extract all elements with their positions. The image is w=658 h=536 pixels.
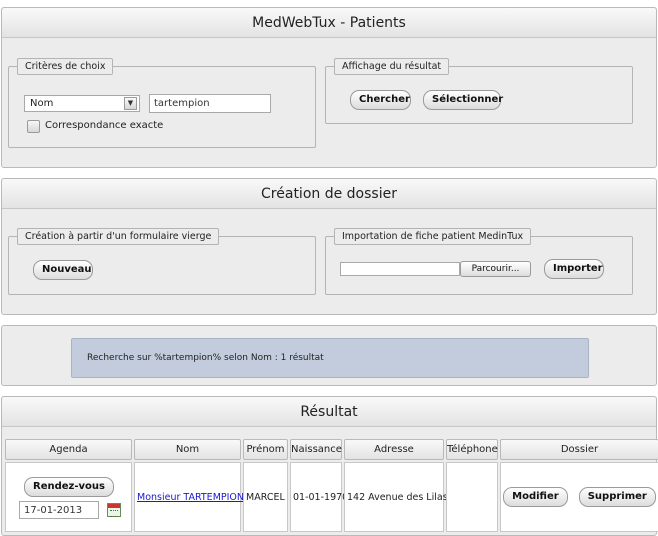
column-header-prenom[interactable]: Prénom (243, 439, 288, 460)
agenda-cell: Rendez-vous 17-01-2013 (5, 462, 132, 532)
criteria-legend: Critères de choix (17, 58, 114, 75)
column-header-nom[interactable]: Nom (134, 439, 241, 460)
search-input[interactable]: tartempion (149, 94, 271, 113)
status-message: Recherche sur %tartempion% selon Nom : 1… (71, 338, 589, 378)
blank-form-group: Création à partir d'un formulaire vierge… (8, 228, 316, 295)
creation-panel: Création de dossier Création à partir d'… (1, 178, 657, 315)
patient-name-link[interactable]: Monsieur TARTEMPION (137, 492, 244, 503)
results-table: Agenda Nom Prénom Naissance Adresse Télé… (3, 437, 658, 534)
adresse-cell: 142 Avenue des Lilas (344, 462, 448, 532)
search-button[interactable]: Chercher (350, 90, 411, 110)
column-header-naissance[interactable]: Naissance (290, 439, 342, 460)
nom-cell: Monsieur TARTEMPION (134, 462, 244, 532)
table-row: Rendez-vous 17-01-2013 Monsieur TARTEMPI… (5, 462, 658, 532)
import-legend: Importation de fiche patient MedinTux (334, 228, 532, 245)
patients-panel: MedWebTux - Patients Critères de choix N… (1, 7, 657, 168)
column-header-adresse[interactable]: Adresse (344, 439, 444, 460)
import-group: Importation de fiche patient MedinTux Pa… (325, 228, 633, 295)
column-header-telephone[interactable]: Téléphone (446, 439, 498, 460)
naissance-cell: 01-01-1970 (290, 462, 348, 532)
search-field-select-value: Nom (30, 98, 54, 109)
display-group: Affichage du résultat Chercher Sélection… (325, 58, 633, 124)
display-legend: Affichage du résultat (334, 58, 450, 75)
chevron-down-icon[interactable]: ▼ (124, 97, 137, 110)
appointment-button[interactable]: Rendez-vous (24, 477, 114, 497)
calendar-icon[interactable] (107, 503, 121, 517)
creation-panel-title: Création de dossier (2, 179, 656, 209)
modify-button[interactable]: Modifier (503, 487, 568, 507)
results-panel: Résultat Agenda Nom Prénom Naissance Adr… (1, 396, 658, 536)
blank-form-legend: Création à partir d'un formulaire vierge (17, 228, 220, 245)
delete-button[interactable]: Supprimer (578, 487, 656, 507)
select-button[interactable]: Sélectionner (423, 90, 503, 110)
dossier-cell: Modifier Supprimer (500, 462, 658, 532)
results-panel-title: Résultat (2, 397, 656, 427)
prenom-cell: MARCEL (243, 462, 288, 532)
new-button[interactable]: Nouveau (33, 260, 93, 280)
column-header-dossier[interactable]: Dossier (500, 439, 658, 460)
patients-panel-title: MedWebTux - Patients (2, 8, 656, 38)
exact-match-label: Correspondance exacte (45, 120, 164, 131)
search-field-select[interactable]: Nom ▼ (24, 95, 140, 112)
telephone-cell (446, 462, 498, 532)
exact-match-checkbox[interactable] (27, 120, 40, 133)
status-panel: Recherche sur %tartempion% selon Nom : 1… (1, 325, 657, 386)
import-file-input[interactable] (340, 262, 460, 276)
column-header-agenda[interactable]: Agenda (5, 439, 132, 460)
browse-button[interactable]: Parcourir... (460, 261, 531, 277)
appointment-date-input[interactable]: 17-01-2013 (19, 501, 99, 519)
import-button[interactable]: Importer (544, 259, 604, 279)
results-header-row: Agenda Nom Prénom Naissance Adresse Télé… (5, 439, 658, 460)
criteria-group: Critères de choix Nom ▼ tartempion Corre… (8, 58, 316, 148)
